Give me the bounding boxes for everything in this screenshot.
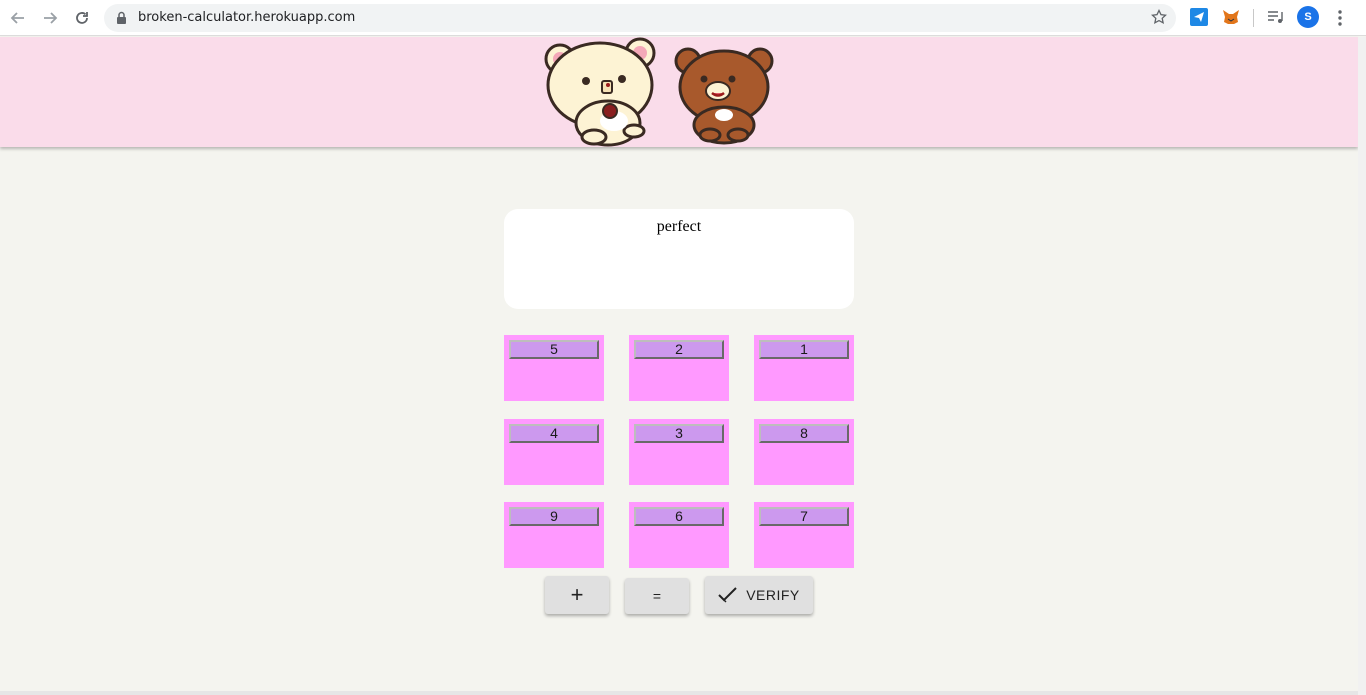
- arrow-left-icon[interactable]: [6, 6, 30, 30]
- reload-icon[interactable]: [70, 6, 94, 30]
- page-scrollbar[interactable]: [1358, 37, 1366, 695]
- digit-button[interactable]: 4: [509, 424, 599, 443]
- digit-button[interactable]: 6: [634, 507, 724, 526]
- bottom-strip: [0, 691, 1358, 695]
- result-text: perfect: [656, 218, 702, 235]
- paper-plane-extension-icon[interactable]: [1190, 8, 1208, 26]
- plus-label: +: [570, 582, 584, 607]
- header-banner: [0, 37, 1358, 147]
- digit-button[interactable]: 3: [634, 424, 724, 443]
- digit-button[interactable]: 8: [759, 424, 849, 443]
- digit-button[interactable]: 5: [509, 340, 599, 359]
- verify-button[interactable]: VERIFY: [705, 576, 813, 614]
- two-bears-illustration: [544, 37, 774, 147]
- digit-button[interactable]: 9: [509, 507, 599, 526]
- digit-button[interactable]: 1: [759, 340, 849, 359]
- plus-button[interactable]: +: [545, 576, 609, 614]
- browser-toolbar: broken-calculator.herokuapp.com S: [0, 0, 1366, 36]
- digit-button[interactable]: 2: [634, 340, 724, 359]
- toolbar-divider: [1253, 9, 1254, 27]
- keypad-tile: 5: [504, 335, 604, 401]
- equals-label: =: [652, 588, 662, 604]
- address-bar[interactable]: broken-calculator.herokuapp.com: [104, 4, 1176, 32]
- metamask-fox-icon[interactable]: [1222, 8, 1240, 26]
- keypad-tile: 9: [504, 502, 604, 568]
- digit-button[interactable]: 7: [759, 507, 849, 526]
- lock-icon: [116, 11, 127, 29]
- arrow-right-icon[interactable]: [38, 6, 62, 30]
- keypad-tile: 8: [754, 419, 854, 485]
- keypad-tile: 6: [629, 502, 729, 568]
- profile-avatar[interactable]: S: [1297, 6, 1319, 28]
- keypad-tile: 7: [754, 502, 854, 568]
- check-icon: [718, 587, 738, 603]
- keypad-tile: 2: [629, 335, 729, 401]
- kebab-menu-icon[interactable]: [1330, 8, 1350, 28]
- result-display: perfect: [504, 209, 854, 309]
- equals-button[interactable]: =: [625, 578, 689, 614]
- star-icon[interactable]: [1151, 8, 1167, 30]
- media-queue-icon[interactable]: [1266, 8, 1284, 26]
- keypad-tile: 4: [504, 419, 604, 485]
- url-text[interactable]: broken-calculator.herokuapp.com: [138, 10, 355, 25]
- verify-label: VERIFY: [746, 587, 800, 603]
- keypad-tile: 3: [629, 419, 729, 485]
- keypad-tile: 1: [754, 335, 854, 401]
